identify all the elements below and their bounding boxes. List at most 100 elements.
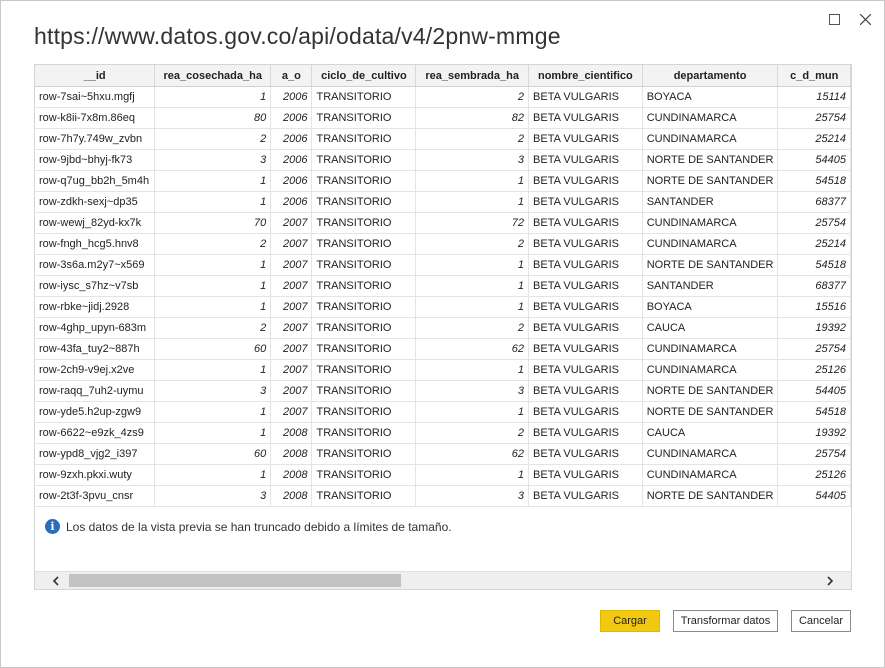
table-cell: BETA VULGARIS	[528, 338, 643, 360]
horizontal-scrollbar[interactable]	[35, 571, 851, 589]
table-cell: 80	[154, 107, 272, 129]
table-cell: 25754	[777, 107, 851, 129]
table-cell: 2	[415, 86, 530, 108]
table-cell: 15114	[777, 86, 851, 108]
table-row: row-2ch9-v9ej.x2ve 1 2007 TRANSITORIO 1 BETA …	[35, 359, 851, 381]
table-cell: 1	[415, 191, 530, 213]
table-cell: TRANSITORIO	[311, 443, 417, 465]
table-cell: CUNDINAMARCA	[642, 107, 779, 129]
table-cell: NORTE DE SANTANDER	[642, 380, 779, 402]
table-cell: BETA VULGARIS	[528, 485, 643, 507]
table-cell: 2	[415, 317, 530, 339]
table-cell: 1	[154, 254, 272, 276]
table-cell: 3	[154, 380, 272, 402]
table-row: row-2t3f-3pvu_cnsr 3 2008 TRANSITORIO 3 BETA …	[35, 485, 851, 507]
table-cell: 2008	[270, 422, 313, 444]
table-cell: 1	[154, 464, 272, 486]
table-cell: 15516	[777, 296, 851, 318]
table-cell: row-fngh_hcg5.hnv8	[35, 233, 156, 255]
table-cell: 2008	[270, 443, 313, 465]
table-cell: BETA VULGARIS	[528, 149, 643, 171]
table-cell: 1	[415, 359, 530, 381]
table-cell: CUNDINAMARCA	[642, 464, 779, 486]
column-header[interactable]: c_d_mun	[777, 65, 851, 87]
maximize-button[interactable]	[823, 9, 845, 29]
column-header[interactable]: rea_cosechada_ha	[154, 65, 272, 87]
table-cell: TRANSITORIO	[311, 338, 417, 360]
table-cell: CUNDINAMARCA	[642, 359, 779, 381]
chevron-left-icon[interactable]	[47, 572, 65, 589]
table-cell: NORTE DE SANTANDER	[642, 401, 779, 423]
table-cell: 62	[415, 443, 530, 465]
table-cell: row-ypd8_vjg2_i397	[35, 443, 156, 465]
table-cell: BETA VULGARIS	[528, 128, 643, 150]
column-header[interactable]: ciclo_de_cultivo	[311, 65, 417, 87]
table-cell: 2007	[270, 401, 313, 423]
table-cell: 2006	[270, 107, 313, 129]
table-cell: 2007	[270, 317, 313, 339]
cancel-button[interactable]: Cancelar	[791, 610, 851, 632]
table-cell: BETA VULGARIS	[528, 422, 643, 444]
table-cell: 2	[415, 233, 530, 255]
dialog-title: https://www.datos.gov.co/api/odata/v4/2p…	[34, 23, 561, 49]
table-header-row: __id rea_cosechada_ha a_o ciclo_de_cultivo r…	[35, 65, 851, 87]
column-header[interactable]: departamento	[642, 65, 779, 87]
column-header[interactable]: nombre_cientifico	[528, 65, 643, 87]
table-cell: BETA VULGARIS	[528, 464, 643, 486]
column-header[interactable]: rea_sembrada_ha	[415, 65, 530, 87]
truncation-notice-text: Los datos de la vista previa se han trun…	[66, 519, 452, 534]
table-cell: 2006	[270, 149, 313, 171]
table-cell: TRANSITORIO	[311, 422, 417, 444]
table-cell: BETA VULGARIS	[528, 107, 643, 129]
table-cell: 2007	[270, 338, 313, 360]
table-cell: 68377	[777, 191, 851, 213]
table-cell: row-2ch9-v9ej.x2ve	[35, 359, 156, 381]
table-cell: row-k8ii-7x8m.86eq	[35, 107, 156, 129]
table-cell: 54518	[777, 401, 851, 423]
table-cell: NORTE DE SANTANDER	[642, 149, 779, 171]
scrollbar-thumb[interactable]	[69, 574, 401, 587]
table-cell: 25754	[777, 212, 851, 234]
table-cell: row-3s6a.m2y7~x569	[35, 254, 156, 276]
table-row: row-9zxh.pkxi.wuty 1 2008 TRANSITORIO 1 BETA …	[35, 464, 851, 486]
load-button[interactable]: Cargar	[600, 610, 660, 632]
table-cell: 1	[154, 359, 272, 381]
table-cell: 25126	[777, 359, 851, 381]
close-button[interactable]	[854, 9, 876, 29]
table-cell: 2006	[270, 191, 313, 213]
table-cell: NORTE DE SANTANDER	[642, 170, 779, 192]
transform-data-button[interactable]: Transformar datos	[673, 610, 778, 632]
table-cell: 1	[154, 275, 272, 297]
column-header[interactable]: __id	[35, 65, 156, 87]
table-cell: 3	[154, 485, 272, 507]
table-cell: row-43fa_tuy2~887h	[35, 338, 156, 360]
table-cell: 2006	[270, 128, 313, 150]
chevron-right-icon[interactable]	[821, 572, 839, 589]
table-row: row-k8ii-7x8m.86eq 80 2006 TRANSITORIO 82 BET…	[35, 107, 851, 129]
table-cell: 2007	[270, 380, 313, 402]
table-cell: BETA VULGARIS	[528, 296, 643, 318]
table-row: row-raqq_7uh2-uymu 3 2007 TRANSITORIO 3 BETA …	[35, 380, 851, 402]
navigator-dialog: https://www.datos.gov.co/api/odata/v4/2p…	[0, 0, 885, 668]
table-cell: BETA VULGARIS	[528, 317, 643, 339]
table-cell: 68377	[777, 275, 851, 297]
table-row: row-iysc_s7hz~v7sb 1 2007 TRANSITORIO 1 BETA …	[35, 275, 851, 297]
table-cell: TRANSITORIO	[311, 485, 417, 507]
table-cell: 2006	[270, 170, 313, 192]
table-cell: 82	[415, 107, 530, 129]
column-header[interactable]: a_o	[270, 65, 313, 87]
table-cell: BETA VULGARIS	[528, 380, 643, 402]
table-cell: TRANSITORIO	[311, 317, 417, 339]
table-cell: 2	[415, 128, 530, 150]
table-cell: 2008	[270, 485, 313, 507]
table-cell: 1	[154, 191, 272, 213]
table-cell: row-6622~e9zk_4zs9	[35, 422, 156, 444]
table-cell: 25754	[777, 443, 851, 465]
table-cell: 2007	[270, 359, 313, 381]
table-cell: BETA VULGARIS	[528, 443, 643, 465]
preview-table: __id rea_cosechada_ha a_o ciclo_de_cultivo r…	[35, 65, 851, 507]
table-cell: row-2t3f-3pvu_cnsr	[35, 485, 156, 507]
table-cell: TRANSITORIO	[311, 107, 417, 129]
table-cell: 1	[154, 86, 272, 108]
table-cell: TRANSITORIO	[311, 254, 417, 276]
